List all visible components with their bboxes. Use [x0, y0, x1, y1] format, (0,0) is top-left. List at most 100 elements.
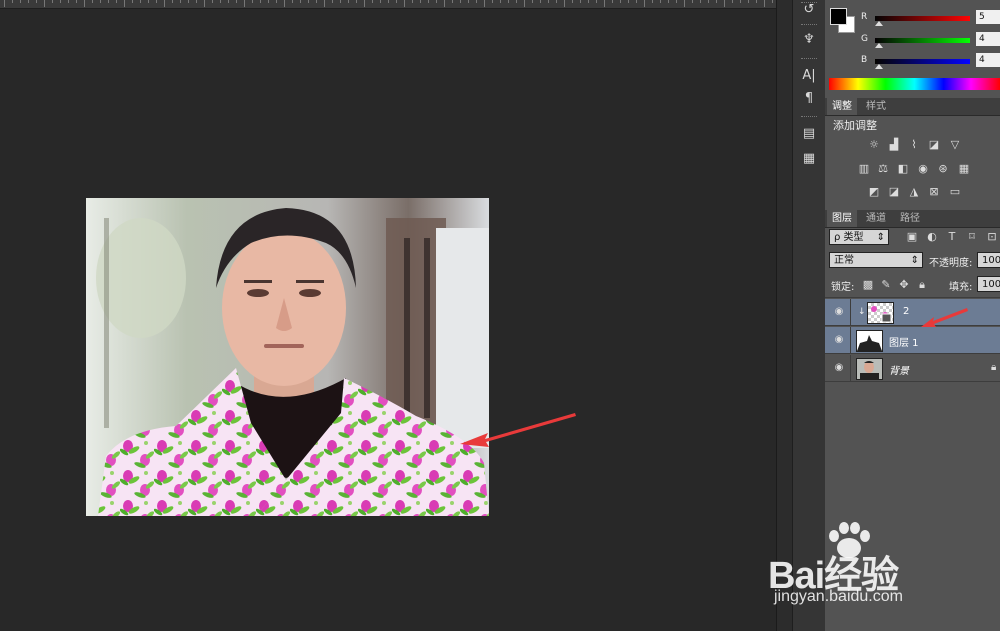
threshold-icon[interactable]: ◮	[907, 186, 921, 198]
ruler-tick	[324, 0, 325, 7]
eye-icon[interactable]: ◉	[833, 363, 845, 373]
image-filter-icon[interactable]: ▣	[905, 231, 919, 243]
ruler-tick	[308, 0, 309, 3]
exposure-icon[interactable]: ◪	[927, 139, 941, 151]
adjustment-filter-icon[interactable]: ◐	[925, 231, 939, 243]
ruler-tick	[572, 0, 573, 3]
type-filter-icon[interactable]: T	[945, 231, 959, 243]
ruler-tick	[636, 0, 637, 3]
notes-icon[interactable]: ▤	[797, 124, 821, 144]
ruler-tick	[364, 0, 365, 7]
ruler-tick	[108, 0, 109, 3]
ruler-tick	[580, 0, 581, 3]
mask-thumbnail	[857, 335, 882, 351]
paragraph-icon[interactable]: ¶	[797, 89, 821, 109]
blend-mode-select[interactable]: 正常 ⇕	[829, 252, 923, 268]
color-panel: R 5 G 4 B 4	[825, 0, 1000, 96]
layer-name[interactable]: 2	[903, 306, 909, 317]
invert-icon[interactable]: ◩	[867, 186, 881, 198]
ruler-tick	[196, 0, 197, 3]
color-balance-icon[interactable]: ⚖	[876, 163, 890, 175]
green-knob[interactable]	[875, 43, 883, 48]
ruler-tick	[492, 0, 493, 3]
selective-color-icon[interactable]: ⊠	[927, 186, 941, 198]
tab-adjustments[interactable]: 调整	[827, 98, 857, 115]
green-value-field[interactable]: 4	[976, 32, 1000, 46]
smart-object-filter-icon[interactable]: ⊡	[985, 231, 999, 243]
ruler-tick	[692, 0, 693, 3]
channel-mixer-icon[interactable]: ⊛	[936, 163, 950, 175]
grip-handle[interactable]	[801, 116, 817, 120]
ruler-tick	[36, 0, 37, 3]
layer-name[interactable]: 背景	[889, 362, 909, 377]
annotation-arrow-canvas	[460, 413, 576, 447]
layer-row[interactable]: ◉ 图层 1	[825, 327, 1000, 354]
color-lookup-icon[interactable]: ▦	[957, 163, 971, 175]
tab-layers[interactable]: 图层	[827, 210, 857, 227]
ruler-tick	[84, 0, 85, 7]
layer-filter-kind-select[interactable]: ρ 类型 ⇕	[829, 229, 889, 245]
lock-transparent-icon[interactable]: ▩	[861, 279, 875, 291]
tab-styles[interactable]: 样式	[861, 98, 891, 115]
baidu-watermark: Bai经验 jingyan.baidu.com	[768, 520, 1000, 631]
blue-knob[interactable]	[875, 64, 883, 69]
ruler-tick	[460, 0, 461, 3]
red-value-field[interactable]: 5	[976, 10, 1000, 24]
ruler-tick	[652, 0, 653, 3]
lock-all-icon[interactable]: 🔒︎	[915, 279, 929, 291]
foreground-color-swatch[interactable]	[830, 8, 847, 25]
visibility-column[interactable]: ◉	[825, 299, 851, 326]
annotation-arrow-layers	[921, 308, 968, 327]
layers-tabs: 图层 通道 路径	[825, 210, 1000, 228]
layer-row[interactable]: ◉ 背景 🔒︎	[825, 355, 1000, 382]
properties-icon[interactable]: ▦	[797, 149, 821, 169]
green-label: G	[861, 34, 868, 44]
photo-filter-icon[interactable]: ◉	[916, 163, 930, 175]
canvas-area[interactable]	[0, 9, 776, 631]
green-track[interactable]	[875, 38, 970, 43]
history-icon[interactable]: ↺	[797, 0, 821, 20]
brightness-icon[interactable]: ☼	[867, 139, 881, 151]
hue-saturation-icon[interactable]: ▥	[857, 163, 871, 175]
tab-channels[interactable]: 通道	[861, 210, 891, 227]
ruler-tick	[244, 0, 245, 7]
blue-track[interactable]	[875, 59, 970, 64]
ruler-tick	[724, 0, 725, 7]
character-icon[interactable]: A|	[797, 66, 821, 86]
eye-icon[interactable]: ◉	[833, 335, 845, 345]
fill-field[interactable]: 100%	[977, 276, 1000, 292]
ruler-tick	[340, 0, 341, 3]
tab-paths[interactable]: 路径	[895, 210, 925, 227]
layer-row[interactable]: ◉ ↓ 2	[825, 299, 1000, 326]
ruler-tick	[620, 0, 621, 3]
lock-image-icon[interactable]: ✎	[879, 279, 893, 291]
visibility-column[interactable]: ◉	[825, 355, 851, 382]
ruler-tick	[252, 0, 253, 3]
brush-presets-icon[interactable]: ♆	[797, 30, 821, 50]
color-spectrum-bar[interactable]	[829, 78, 1000, 90]
visibility-column[interactable]: ◉	[825, 327, 851, 354]
ruler-tick	[236, 0, 237, 3]
vibrance-icon[interactable]: ▽	[948, 139, 962, 151]
opacity-field[interactable]: 100%	[977, 252, 1000, 268]
shape-filter-icon[interactable]: ⌑	[965, 231, 979, 243]
ruler-tick	[228, 0, 229, 3]
red-knob[interactable]	[875, 21, 883, 26]
blue-value-field[interactable]: 4	[976, 53, 1000, 67]
ruler-tick	[348, 0, 349, 3]
ruler-tick	[180, 0, 181, 3]
red-track[interactable]	[875, 16, 970, 21]
lock-label: 锁定:	[831, 282, 855, 293]
curves-icon[interactable]: ⌇	[907, 139, 921, 151]
gradient-map-icon[interactable]: ▭	[948, 186, 962, 198]
layer-name[interactable]: 图层 1	[889, 334, 919, 349]
levels-icon[interactable]: ▟	[887, 139, 901, 151]
posterize-icon[interactable]: ◪	[887, 186, 901, 198]
grip-handle[interactable]	[801, 24, 817, 28]
grip-handle[interactable]	[801, 58, 817, 62]
black-white-icon[interactable]: ◧	[896, 163, 910, 175]
eye-icon[interactable]: ◉	[833, 307, 845, 317]
chevron-down-icon: ⇕	[910, 255, 919, 266]
lock-position-icon[interactable]: ✥	[897, 279, 911, 291]
document-image[interactable]	[86, 198, 489, 516]
